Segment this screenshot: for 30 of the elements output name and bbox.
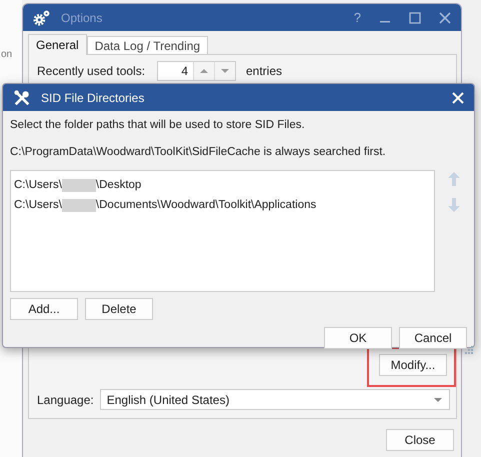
add-button[interactable]: Add... [10, 298, 78, 320]
note-text: C:\ProgramData\Woodward\ToolKit\SidFileCache is always searched first. [10, 146, 387, 158]
window-title: Options [61, 10, 102, 24]
field-label: Language: [37, 392, 94, 406]
ok-button[interactable]: OK [324, 327, 392, 349]
field-label: Recently used tools: [37, 64, 146, 78]
tab[interactable]: Data Log / Trending [86, 36, 208, 54]
redaction-block [62, 178, 96, 192]
resize-grip-icon[interactable] [465, 346, 473, 354]
tools-icon [13, 88, 31, 106]
redaction-block [62, 198, 96, 212]
maximize-icon[interactable] [409, 12, 421, 24]
path-text: C:\Users\ [14, 199, 62, 211]
unit-label: entries [246, 64, 282, 78]
language-dropdown[interactable]: English (United States) [100, 389, 450, 410]
close-icon[interactable] [439, 12, 451, 24]
delete-button[interactable]: Delete [85, 298, 153, 320]
modify-button[interactable]: Modify... [379, 354, 447, 376]
path-text: C:\Users\ [14, 179, 62, 191]
cancel-button[interactable]: Cancel [399, 327, 467, 349]
window-title: SID File Directories [41, 90, 144, 104]
background-text: on [1, 49, 12, 60]
gears-icon [33, 8, 51, 26]
close-button[interactable]: Close [386, 429, 454, 451]
path-text: \Desktop [96, 179, 142, 191]
spin-box[interactable]: 4 [157, 61, 236, 81]
path-list[interactable]: C:\Users\ \Desktop C:\Users\ \Documents\Woodward\Toolkit\Applications [10, 170, 435, 292]
instruction-text: Select the folder paths that will be used to store SID Files. [10, 119, 306, 131]
tab[interactable]: General [28, 34, 87, 55]
path-text: \Documents\Woodward\Toolkit\Applications [96, 199, 316, 211]
